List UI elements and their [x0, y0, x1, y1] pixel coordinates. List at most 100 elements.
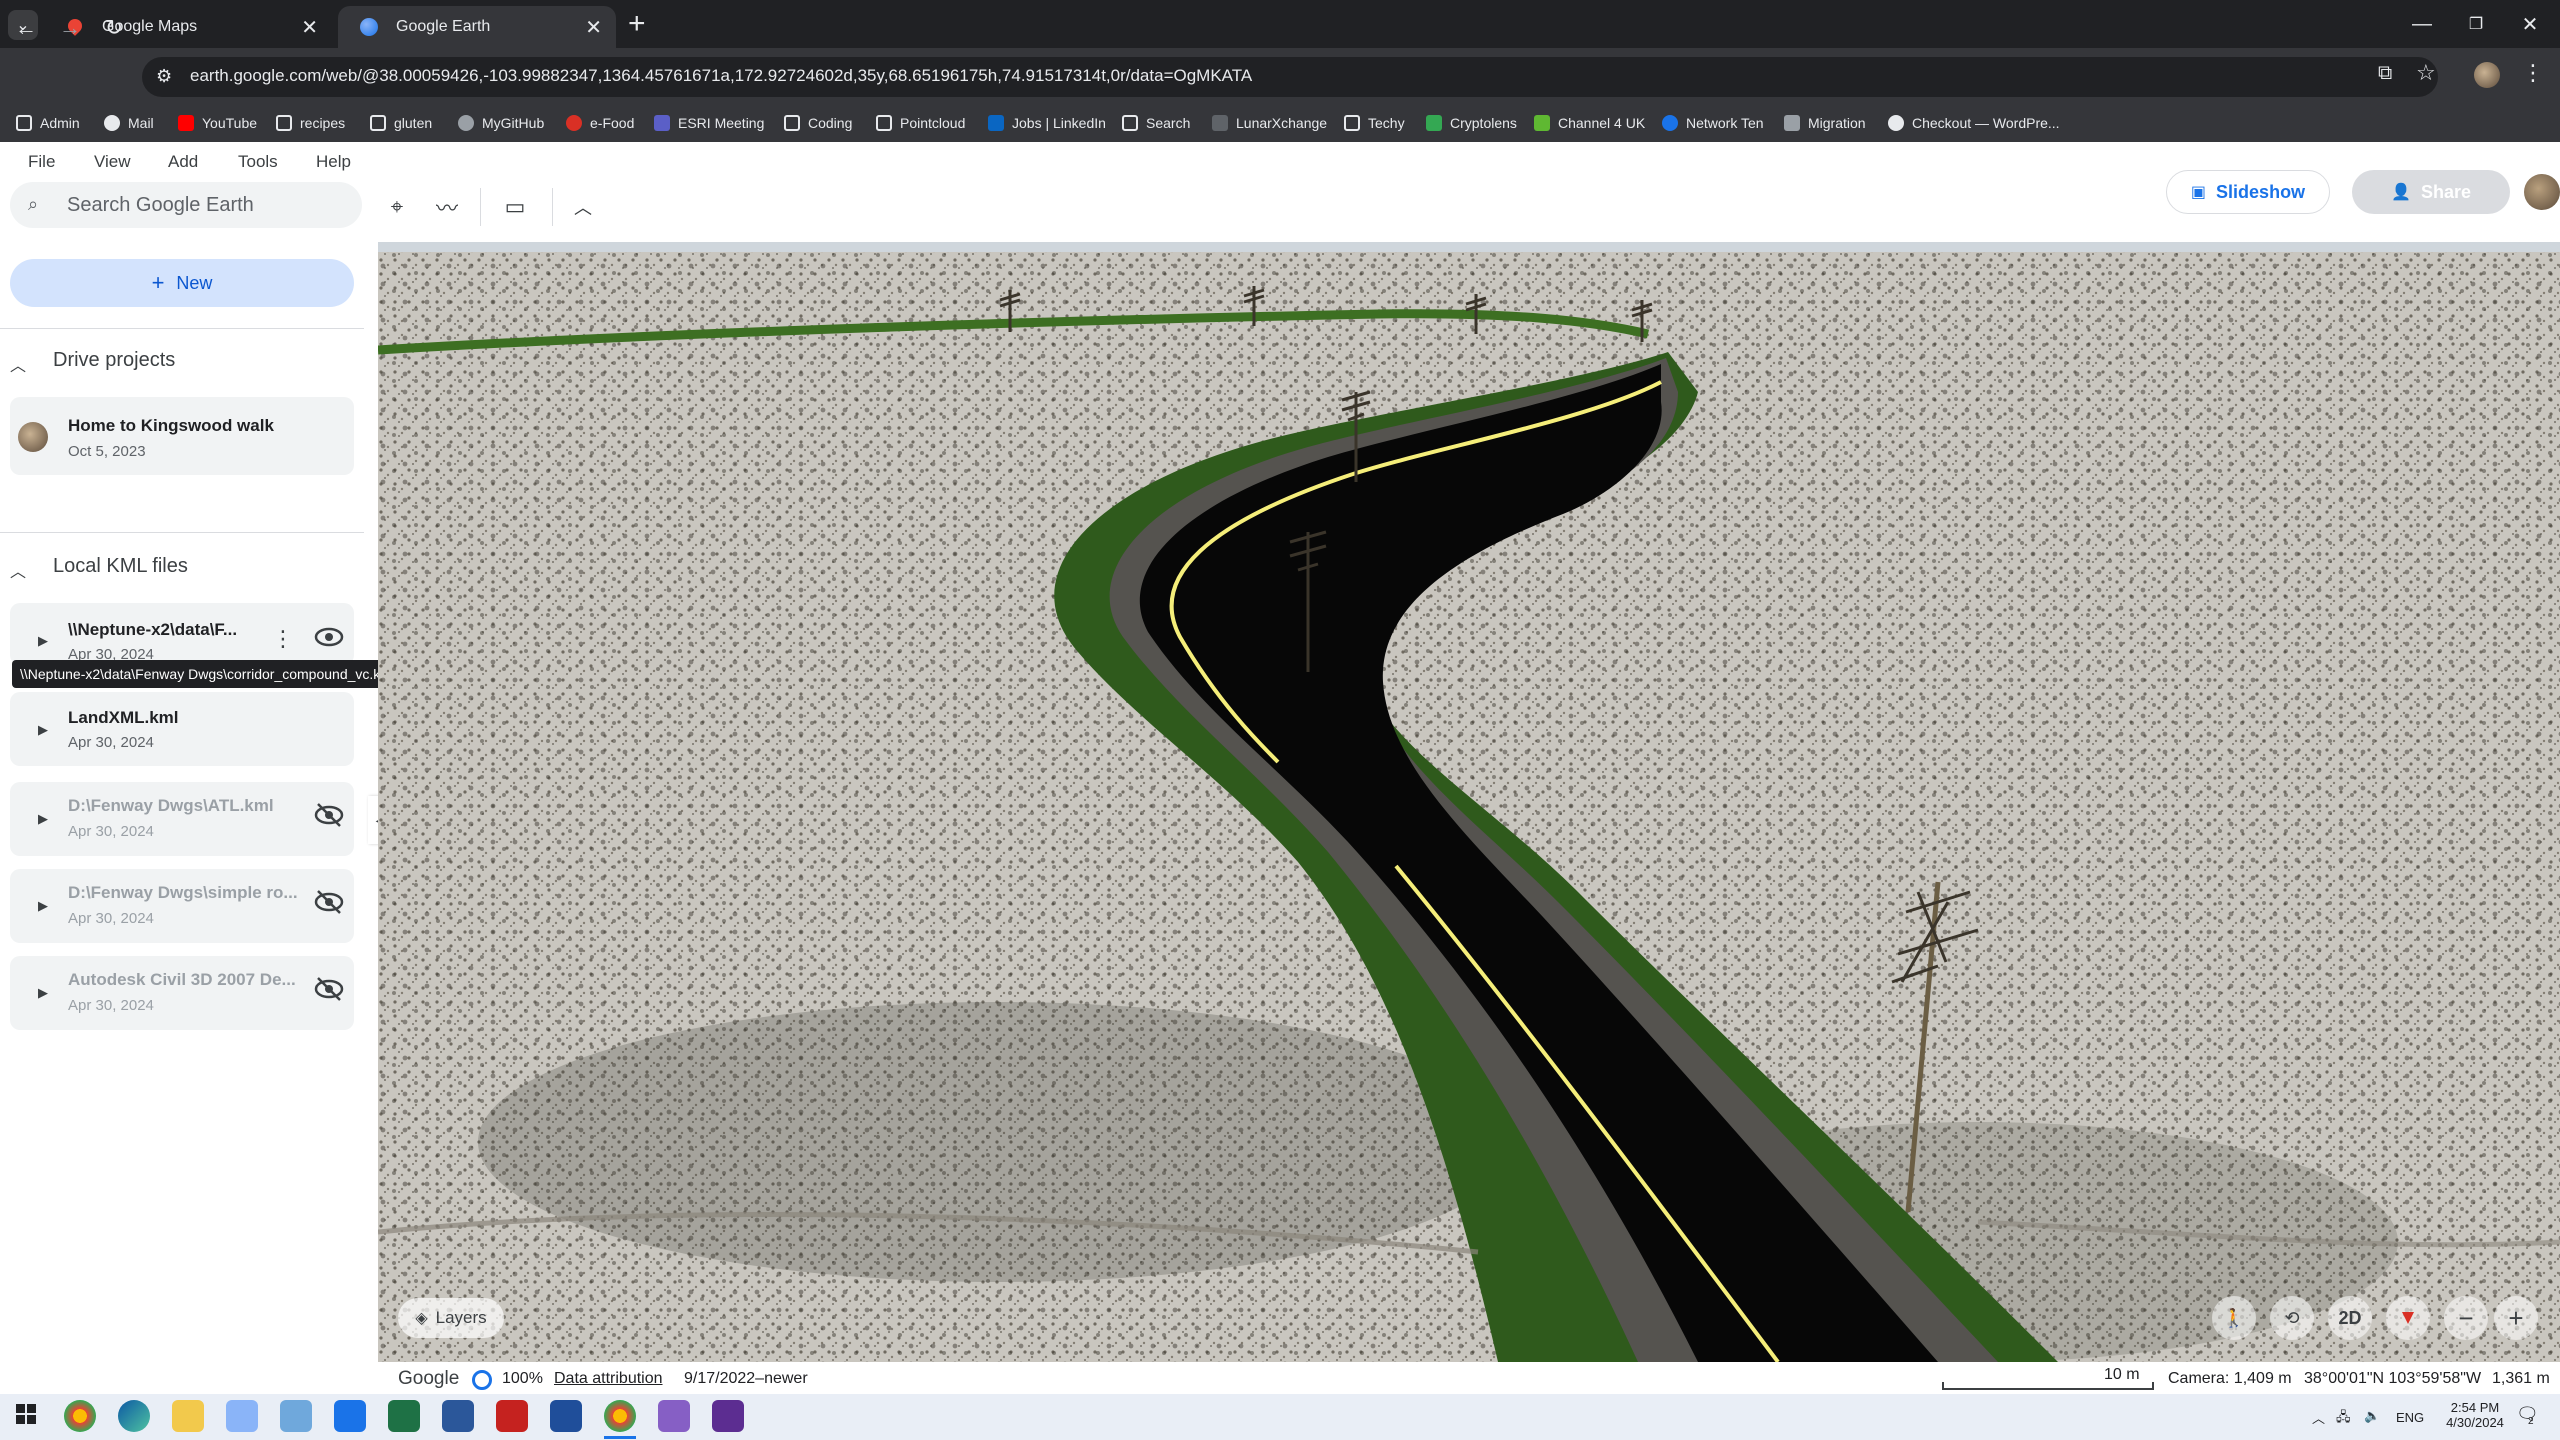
slideshow-button[interactable]: ▣ Slideshow	[2166, 170, 2330, 214]
search-input[interactable]: Search Google Earth	[67, 194, 254, 217]
bookmark-mygithub[interactable]: MyGitHub	[458, 111, 544, 135]
collapse-drive-projects-icon[interactable]: ︿	[10, 352, 26, 376]
back-button[interactable]: ←	[8, 10, 44, 46]
start-icon[interactable]	[12, 1400, 44, 1432]
chrome-active-icon[interactable]	[604, 1400, 636, 1432]
bookmark-esri-meeting[interactable]: ESRI Meeting	[654, 111, 764, 135]
close-window-button[interactable]: ✕	[2500, 6, 2560, 42]
google-earth-icon	[360, 18, 378, 36]
layers-icon: ◈	[415, 1310, 428, 1327]
tray-overflow-icon[interactable]: ︿	[2312, 1408, 2325, 1427]
tool-app-icon[interactable]	[280, 1400, 312, 1432]
menu-help[interactable]: Help	[316, 152, 351, 172]
add-placemark-icon[interactable]: ⌖	[380, 190, 414, 224]
bookmark-efood[interactable]: e-Food	[566, 111, 634, 135]
url-text[interactable]: earth.google.com/web/@38.00059426,-103.9…	[190, 66, 1252, 86]
drive-projects-heading[interactable]: Drive projects	[53, 349, 175, 372]
bookmark-admin[interactable]: Admin	[16, 111, 80, 135]
loading-percent: 100%	[502, 1370, 543, 1387]
new-project-button[interactable]: + New	[10, 259, 354, 307]
menu-tools[interactable]: Tools	[238, 152, 278, 172]
bookmark-coding[interactable]: Coding	[784, 111, 852, 135]
expand-kml-icon[interactable]: ▶	[38, 985, 48, 1001]
hidden-eye-icon[interactable]	[314, 889, 346, 917]
account-avatar[interactable]	[2524, 174, 2560, 210]
project-card[interactable]	[10, 397, 354, 475]
bookmark-lunarxchange[interactable]: LunarXchange	[1212, 111, 1327, 135]
volume-icon[interactable]: 🔈	[2364, 1408, 2380, 1424]
bookmark-search[interactable]: Search	[1122, 111, 1190, 135]
bookmark-network-ten[interactable]: Network Ten	[1662, 111, 1764, 135]
install-app-icon[interactable]: ⧉	[2378, 62, 2392, 85]
new-tab-button[interactable]: +	[628, 8, 646, 40]
more-options-icon[interactable]: ⋮	[272, 626, 294, 652]
data-attribution-link[interactable]: Data attribution	[554, 1370, 663, 1388]
bookmark-jobs-linkedin[interactable]: Jobs | LinkedIn	[988, 111, 1106, 135]
clock[interactable]: 2:54 PM 4/30/2024	[2440, 1400, 2510, 1430]
bookmark-star-icon[interactable]: ☆	[2416, 60, 2436, 86]
pegman-icon[interactable]: 🚶	[2212, 1296, 2256, 1340]
close-tab-icon[interactable]: ✕	[585, 15, 602, 40]
language-indicator[interactable]: ENG	[2396, 1410, 2424, 1425]
edge-icon[interactable]	[118, 1400, 150, 1432]
bookmark-youtube[interactable]: YouTube	[178, 111, 257, 135]
visual-studio-2-icon[interactable]	[712, 1400, 744, 1432]
bookmark-channel-4-uk[interactable]: Channel 4 UK	[1534, 111, 1645, 135]
menu-view[interactable]: View	[94, 152, 131, 172]
site-info-icon[interactable]: ⚙	[156, 66, 172, 87]
bookmark-recipes[interactable]: recipes	[276, 111, 345, 135]
layers-button[interactable]: ◈ Layers	[398, 1298, 504, 1338]
powershell-icon[interactable]	[550, 1400, 582, 1432]
file-explorer-icon[interactable]	[172, 1400, 204, 1432]
menu-file[interactable]: File	[28, 152, 55, 172]
word-icon[interactable]	[442, 1400, 474, 1432]
minimize-window-button[interactable]: —	[2392, 6, 2452, 42]
forward-button[interactable]: →	[52, 10, 88, 46]
close-tab-icon[interactable]: ✕	[301, 15, 318, 40]
restore-window-button[interactable]: ❐	[2446, 6, 2506, 42]
folder-icon	[1122, 115, 1138, 131]
network-icon[interactable]: 🖧	[2336, 1408, 2351, 1430]
kml-file-item[interactable]	[10, 692, 354, 766]
bookmark-pointcloud[interactable]: Pointcloud	[876, 111, 965, 135]
profile-avatar[interactable]	[2474, 62, 2500, 88]
expand-kml-icon[interactable]: ▶	[38, 811, 48, 827]
bookmark-checkout-wordpress[interactable]: Checkout — WordPre...	[1888, 111, 2060, 135]
bookmark-techy[interactable]: Techy	[1344, 111, 1405, 135]
expand-kml-icon[interactable]: ▶	[38, 898, 48, 914]
bookmark-mail[interactable]: Mail	[104, 111, 154, 135]
lunarxchange-icon	[1212, 115, 1228, 131]
visual-studio-icon[interactable]	[658, 1400, 690, 1432]
menu-add[interactable]: Add	[168, 152, 198, 172]
draw-path-icon[interactable]: 〰	[430, 190, 464, 224]
expand-kml-icon[interactable]: ▶	[38, 633, 48, 649]
bookmark-migration[interactable]: Migration	[1784, 111, 1866, 135]
autocad-icon[interactable]	[496, 1400, 528, 1432]
local-kml-heading[interactable]: Local KML files	[53, 555, 188, 578]
hidden-eye-icon[interactable]	[314, 976, 346, 1004]
reload-button[interactable]: ↻	[96, 10, 132, 46]
measure-icon[interactable]: ▭	[498, 190, 532, 224]
bookmark-cryptolens[interactable]: Cryptolens	[1426, 111, 1517, 135]
earth-3d-view[interactable]	[378, 242, 2560, 1362]
visible-eye-icon[interactable]	[314, 626, 346, 654]
linkedin-icon	[988, 115, 1004, 131]
bookmark-gluten[interactable]: gluten	[370, 111, 432, 135]
collapse-toolbar-icon[interactable]: ︿	[566, 190, 600, 224]
expand-kml-icon[interactable]: ▶	[38, 722, 48, 738]
chrome-icon[interactable]	[64, 1400, 96, 1432]
browser-menu-icon[interactable]: ⋮	[2522, 60, 2544, 86]
zoom-in-button[interactable]: +	[2494, 1296, 2538, 1340]
folder-icon	[276, 115, 292, 131]
share-button[interactable]: 👤 Share	[2352, 170, 2510, 214]
compass-icon[interactable]	[2386, 1296, 2430, 1340]
pen-app-icon[interactable]	[226, 1400, 258, 1432]
zoom-out-button[interactable]: −	[2444, 1296, 2488, 1340]
camera-rotate-icon[interactable]: ⟲	[2270, 1296, 2314, 1340]
toggle-2d-button[interactable]: 2D	[2328, 1296, 2372, 1340]
collapse-local-kml-icon[interactable]: ︿	[10, 558, 26, 582]
calculator-icon[interactable]	[334, 1400, 366, 1432]
tab-google-earth[interactable]: Google Earth ✕	[338, 6, 616, 48]
excel-icon[interactable]	[388, 1400, 420, 1432]
hidden-eye-icon[interactable]	[314, 802, 346, 830]
